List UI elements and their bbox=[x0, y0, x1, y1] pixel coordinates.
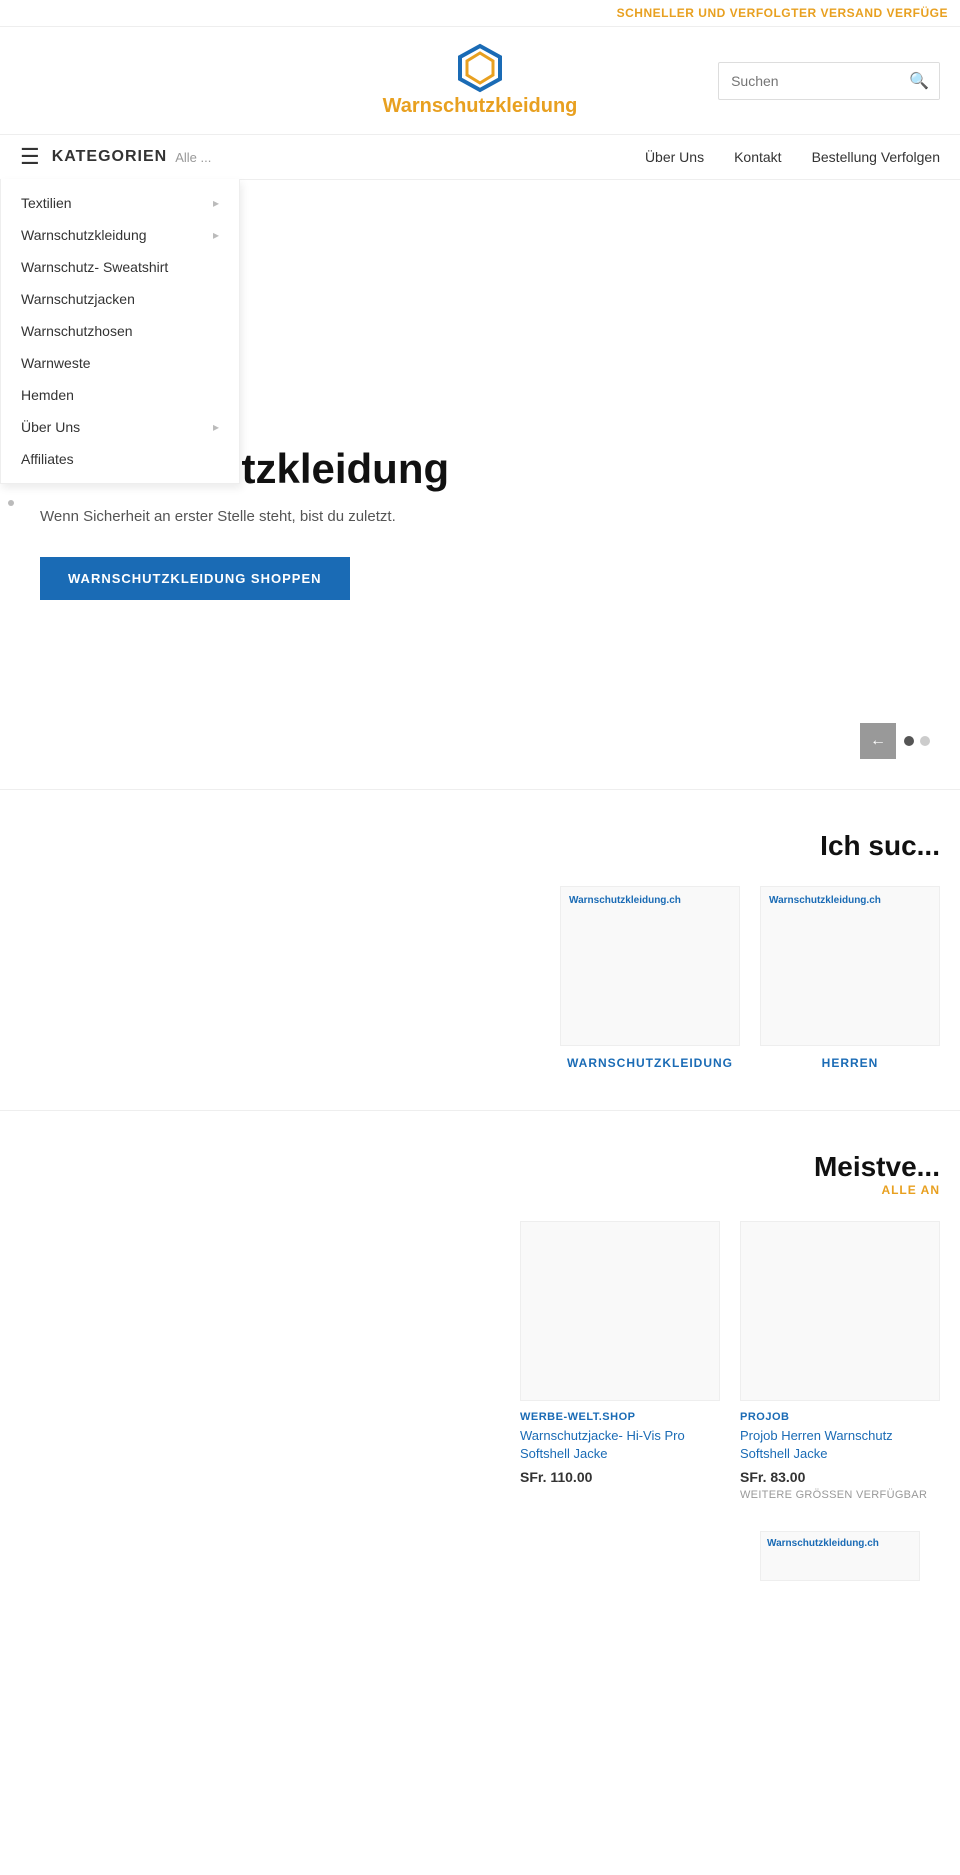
product-price-2: SFr. 83.00 bbox=[740, 1469, 940, 1485]
nav-kontakt[interactable]: Kontakt bbox=[734, 135, 781, 179]
product-card-image-1 bbox=[520, 1221, 720, 1401]
side-dot bbox=[8, 500, 14, 506]
product-brand-2: PROJOB bbox=[740, 1411, 940, 1423]
header: Warnschutzkleidung 🔍 bbox=[0, 27, 960, 135]
hero-controls: ← bbox=[860, 723, 930, 759]
search-input[interactable] bbox=[719, 65, 899, 97]
dropdown-item-warnweste[interactable]: Warnweste bbox=[1, 347, 239, 379]
categories-dropdown: Textilien ▸ Warnschutzkleidung ▸ Warnsch… bbox=[0, 179, 240, 484]
hero-dot-2[interactable] bbox=[920, 736, 930, 746]
nav-uber-uns[interactable]: Über Uns bbox=[645, 135, 704, 179]
product-card-image-2 bbox=[740, 1221, 940, 1401]
hero-subtitle: Wenn Sicherheit an erster Stelle steht, … bbox=[40, 508, 920, 525]
meistverkauft-header: Meistve... ALLE AN bbox=[20, 1151, 940, 1197]
dropdown-item-jacken[interactable]: Warnschutzjacken bbox=[1, 283, 239, 315]
dropdown-item-hemden[interactable]: Hemden bbox=[1, 379, 239, 411]
bottom-watermark-card: Warnschutzkleidung.ch bbox=[20, 1511, 940, 1601]
dropdown-item-affiliates[interactable]: Affiliates bbox=[1, 443, 239, 475]
category-card-herren[interactable]: Warnschutzkleidung.ch HERREN bbox=[760, 886, 940, 1070]
search-box[interactable]: 🔍 bbox=[718, 62, 940, 100]
product-card-1[interactable]: WERBE-WELT.SHOP Warnschutzjacke- Hi-Vis … bbox=[520, 1221, 720, 1501]
ich-suche-title: Ich suc... bbox=[20, 830, 940, 862]
hero-cta-button[interactable]: WARNSCHUTZKLEIDUNG SHOPPEN bbox=[40, 557, 350, 600]
chevron-right-icon: ▸ bbox=[213, 196, 219, 210]
watermark-1: Warnschutzkleidung.ch bbox=[569, 895, 681, 906]
navbar: ☰ KATEGORIEN Alle ... Über Uns Kontakt B… bbox=[0, 135, 960, 180]
dropdown-item-textilien[interactable]: Textilien ▸ bbox=[1, 187, 239, 219]
watermark-2: Warnschutzkleidung.ch bbox=[769, 895, 881, 906]
chevron-right-icon: ▸ bbox=[213, 228, 219, 242]
top-banner: SCHNELLER UND VERFOLGTER VERSAND VERFÜGE bbox=[0, 0, 960, 27]
banner-text: SCHNELLER UND VERFOLGTER VERSAND VERFÜGE bbox=[617, 6, 948, 20]
dropdown-item-uber-uns[interactable]: Über Uns ▸ bbox=[1, 411, 239, 443]
kategorien-label: KATEGORIEN bbox=[52, 148, 167, 166]
meistverkauft-title: Meistve... bbox=[814, 1151, 940, 1183]
product-brand-1: WERBE-WELT.SHOP bbox=[520, 1411, 720, 1423]
product-grid: WERBE-WELT.SHOP Warnschutzjacke- Hi-Vis … bbox=[20, 1221, 940, 1501]
meistverkauft-all-link[interactable]: ALLE AN bbox=[881, 1183, 940, 1197]
hero-dots bbox=[904, 736, 930, 746]
product-note-2: WEITERE GRÖSSEN VERFÜGBAR bbox=[740, 1489, 940, 1501]
logo[interactable]: Warnschutzkleidung bbox=[383, 43, 578, 118]
search-button[interactable]: 🔍 bbox=[899, 63, 939, 99]
dropdown-item-hosen[interactable]: Warnschutzhosen bbox=[1, 315, 239, 347]
meistverkauft-section: Meistve... ALLE AN WERBE-WELT.SHOP Warns… bbox=[0, 1111, 960, 1641]
logo-text: Warnschutzkleidung bbox=[383, 95, 578, 118]
product-name-1: Warnschutzjacke- Hi-Vis Pro Softshell Ja… bbox=[520, 1427, 720, 1463]
category-card-label-1: WARNSCHUTZKLEIDUNG bbox=[567, 1056, 733, 1070]
category-card-warnschutzkleidung[interactable]: Warnschutzkleidung.ch WARNSCHUTZKLEIDUNG bbox=[560, 886, 740, 1070]
product-price-1: SFr. 110.00 bbox=[520, 1469, 720, 1485]
category-card-label-2: HERREN bbox=[822, 1056, 879, 1070]
category-grid: Warnschutzkleidung.ch WARNSCHUTZKLEIDUNG… bbox=[20, 886, 940, 1070]
hero-dot-1[interactable] bbox=[904, 736, 914, 746]
nav-bestellung[interactable]: Bestellung Verfolgen bbox=[812, 135, 940, 179]
chevron-right-icon: ▸ bbox=[213, 420, 219, 434]
alle-label[interactable]: Alle ... bbox=[175, 150, 211, 165]
hamburger-menu[interactable]: ☰ bbox=[20, 144, 40, 170]
category-card-image-2: Warnschutzkleidung.ch bbox=[760, 886, 940, 1046]
category-card-image-1: Warnschutzkleidung.ch bbox=[560, 886, 740, 1046]
product-name-2: Projob Herren Warnschutz Softshell Jacke bbox=[740, 1427, 940, 1463]
logo-icon bbox=[455, 43, 505, 93]
dropdown-item-warnschutzkleidung[interactable]: Warnschutzkleidung ▸ bbox=[1, 219, 239, 251]
ich-suche-section: Ich suc... Warnschutzkleidung.ch WARNSCH… bbox=[0, 790, 960, 1111]
product-card-2[interactable]: PROJOB Projob Herren Warnschutz Softshel… bbox=[740, 1221, 940, 1501]
bottom-card-image: Warnschutzkleidung.ch bbox=[760, 1531, 920, 1581]
bottom-watermark-text: Warnschutzkleidung.ch bbox=[767, 1538, 879, 1549]
hero-prev-button[interactable]: ← bbox=[860, 723, 896, 759]
nav-links: Über Uns Kontakt Bestellung Verfolgen bbox=[645, 135, 940, 179]
dropdown-item-sweatshirt[interactable]: Warnschutz- Sweatshirt bbox=[1, 251, 239, 283]
